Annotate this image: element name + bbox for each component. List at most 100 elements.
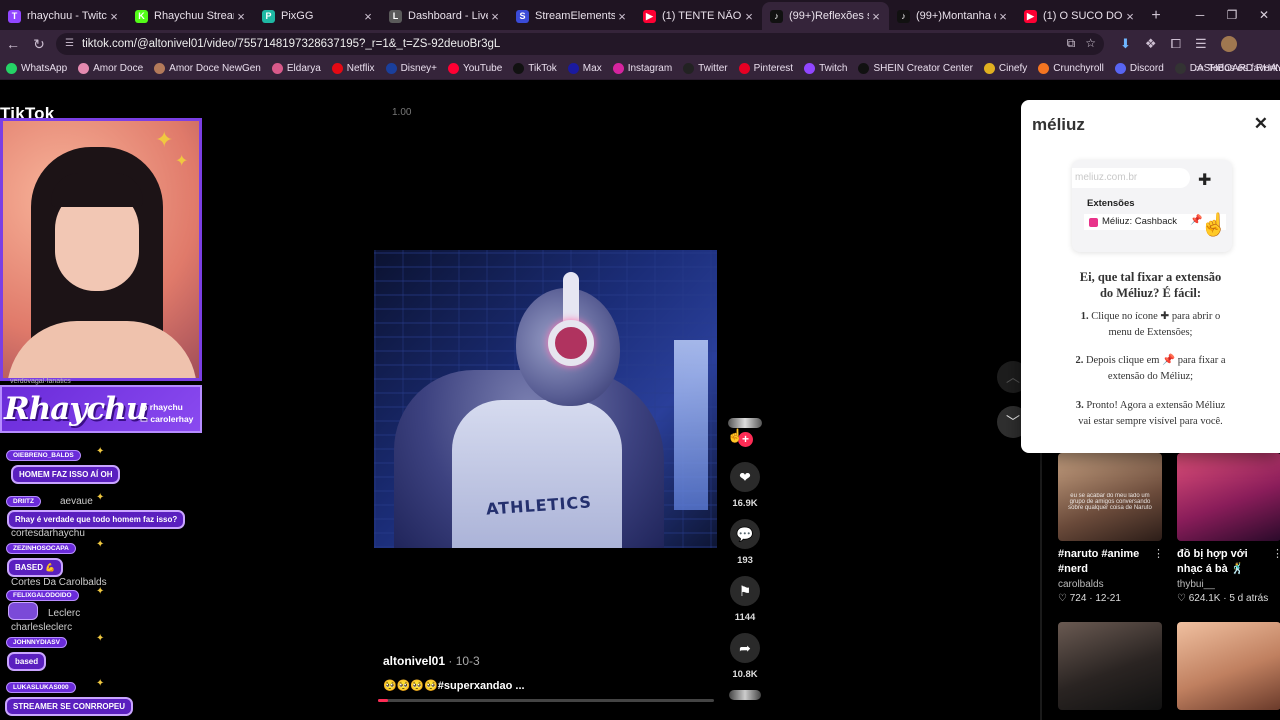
comment-icon[interactable]: 💬 (730, 519, 760, 549)
close-icon[interactable]: ✕ (1254, 114, 1268, 134)
video-thumbnail[interactable] (1177, 622, 1280, 710)
tab-close-icon[interactable]: × (996, 9, 1010, 24)
all-bookmarks-folder[interactable]: ▭ Todos os favorit (1195, 63, 1279, 74)
more-options-icon[interactable]: ⋮ (1272, 547, 1280, 560)
close-window-icon[interactable]: ✕ (1248, 0, 1280, 30)
reload-icon[interactable]: ↻ (26, 31, 52, 57)
tab-close-icon[interactable]: × (107, 9, 121, 24)
share-icon[interactable]: ➦ (730, 633, 760, 663)
bookmark-label: Crunchyroll (1053, 63, 1104, 74)
cast-icon[interactable]: ⧉ (1067, 36, 1076, 51)
bookmark-favicon-icon (513, 63, 525, 74)
video-thumbnail[interactable]: eu se acabar do meu lado um grupo de ami… (1058, 453, 1162, 541)
bookmark-icon[interactable]: ⚑ (730, 576, 760, 606)
illustration-item: Méliuz: Cashback (1102, 216, 1177, 227)
video-thumbnail[interactable] (1177, 453, 1280, 541)
chat-message: based (7, 652, 47, 671)
bookmark-item[interactable]: Cinefy (983, 63, 1027, 74)
tab-close-icon[interactable]: × (488, 9, 502, 24)
video-author[interactable]: thybui__ (1177, 579, 1280, 590)
bookmark-item[interactable]: Amor Doce (78, 63, 143, 74)
tab-list: Trhaychuu - Twitch×KRhaychuu Stream - W×… (0, 2, 1143, 30)
bookmark-item[interactable]: SHEIN Creator Center (858, 63, 973, 74)
bookmark-favicon-icon (385, 63, 397, 74)
sidebar-icon[interactable]: ☰ (1195, 36, 1207, 52)
chat-message: STREAMER SE CONRROPEU (5, 697, 134, 716)
site-info-icon[interactable]: ☰ (65, 38, 74, 49)
video-progress-bar[interactable] (378, 699, 714, 702)
browser-tab[interactable]: P PixGG × (254, 2, 381, 30)
recommended-video-card[interactable] (1058, 622, 1162, 710)
browser-tab[interactable]: L Dashboard - LivePix× (381, 2, 508, 30)
video-headphone (548, 320, 594, 366)
puzzle-icon: ✚ (1198, 172, 1212, 189)
bookmark-item[interactable]: Pinterest (738, 63, 793, 74)
tab-close-icon[interactable]: × (234, 9, 248, 24)
chat-username: OIEBRENO_BALDS (6, 450, 81, 461)
bookmark-item[interactable]: Instagram (612, 63, 672, 74)
recommended-video-card[interactable]: đồ bị hợp với nhạc á bà 🕺 ⋮ thybui__ ♡ 624.… (1177, 453, 1280, 604)
tab-close-icon[interactable]: × (742, 9, 756, 24)
music-disc-icon[interactable] (729, 690, 761, 700)
meliuz-logo: méliuz (1032, 115, 1085, 134)
bookmark-item[interactable]: Amor Doce NewGen (154, 63, 261, 74)
scrollbar[interactable] (1040, 452, 1042, 720)
bookmark-item[interactable]: Twitch (804, 63, 847, 74)
minimize-icon[interactable]: ─ (1184, 0, 1216, 30)
bookmark-item[interactable]: WhatsApp (6, 63, 67, 74)
bookmark-item[interactable]: YouTube (447, 63, 503, 74)
tab-close-icon[interactable]: × (869, 9, 883, 24)
more-options-icon[interactable]: ⋮ (1153, 547, 1164, 560)
video-title[interactable]: đồ bị hợp với nhạc á bà 🕺 (1177, 547, 1275, 577)
bookmark-item[interactable]: Netflix (331, 63, 375, 74)
browser-tab[interactable]: ▶ (1) TENTE NÃO CANT× (635, 2, 762, 30)
bookmark-item[interactable]: Eldarya (271, 63, 321, 74)
video-author-line[interactable]: altonivel01 · 10-3 (383, 654, 480, 668)
bookmark-label: Disney+ (400, 63, 437, 74)
browser-tab[interactable]: ♪ (99+)Reflexões sobre× (762, 2, 889, 30)
bookmark-item[interactable]: Twitter (683, 63, 728, 74)
address-bar[interactable]: ☰ tiktok.com/@altonivel01/video/75571481… (56, 33, 1104, 55)
video-title[interactable]: #naruto #anime #nerd (1058, 547, 1156, 577)
tab-favicon-icon: S (516, 9, 529, 23)
recommended-video-card[interactable] (1177, 622, 1280, 710)
recommended-video-card[interactable]: eu se acabar do meu lado um grupo de ami… (1058, 453, 1164, 604)
bookmark-item[interactable]: TikTok (513, 63, 557, 74)
browser-tab[interactable]: K Rhaychuu Stream - W× (127, 2, 254, 30)
back-icon[interactable]: ← (0, 31, 26, 57)
new-tab-button[interactable]: + (1143, 2, 1169, 30)
step-2-number: 2. (1075, 355, 1084, 366)
video-caption[interactable]: 🥺🥺🥺🥺#superxandao ... (383, 679, 525, 692)
tab-close-icon[interactable]: × (361, 9, 375, 24)
browser-tab[interactable]: S StreamElements - Ac× (508, 2, 635, 30)
extension-icon[interactable]: ❖ (1145, 36, 1157, 52)
browser-tab[interactable]: ▶ (1) O SUCO DO STITC× (1016, 2, 1143, 30)
window-controls: ─ ❐ ✕ (1184, 0, 1280, 30)
browser-tab[interactable]: Trhaychuu - Twitch × (0, 2, 127, 30)
video-thumbnail[interactable] (1058, 622, 1162, 710)
video-author[interactable]: altonivel01 (383, 654, 445, 668)
maximize-icon[interactable]: ❐ (1216, 0, 1248, 30)
bookmark-label: YouTube (462, 63, 503, 74)
bookmark-item[interactable]: Crunchyroll (1038, 63, 1104, 74)
tab-close-icon[interactable]: × (1123, 9, 1137, 24)
bookmark-star-icon[interactable]: ☆ (1085, 36, 1096, 51)
creator-avatar-image (728, 418, 762, 428)
profile-avatar[interactable] (1220, 36, 1237, 52)
extensions-puzzle-icon[interactable]: ⧠ (1171, 36, 1181, 52)
tab-close-icon[interactable]: × (615, 9, 629, 24)
video-author[interactable]: carolbalds (1058, 579, 1162, 590)
browser-tab[interactable]: ♪ (99+)Montanha de P× (889, 2, 1016, 30)
download-icon[interactable]: ⬇ (1120, 36, 1131, 52)
chat-username: LUKASLUKAS000 (6, 682, 76, 693)
thumbnail-overlay-text: eu se acabar do meu lado um grupo de ami… (1068, 493, 1152, 511)
pin-inline-icon: 📌 (1162, 355, 1176, 366)
like-heart-icon[interactable]: ❤ (730, 462, 760, 492)
all-bookmarks-label: Todos os favorit (1207, 63, 1278, 74)
bookmark-item[interactable]: Max (567, 63, 602, 74)
video-player[interactable]: ATHLETICS (374, 250, 717, 548)
bookmark-item[interactable]: Discord (1114, 63, 1164, 74)
bookmark-item[interactable]: Disney+ (385, 63, 437, 74)
sparkle-icon: ✦ (96, 633, 105, 644)
playback-speed[interactable]: 1.00 (392, 107, 411, 118)
